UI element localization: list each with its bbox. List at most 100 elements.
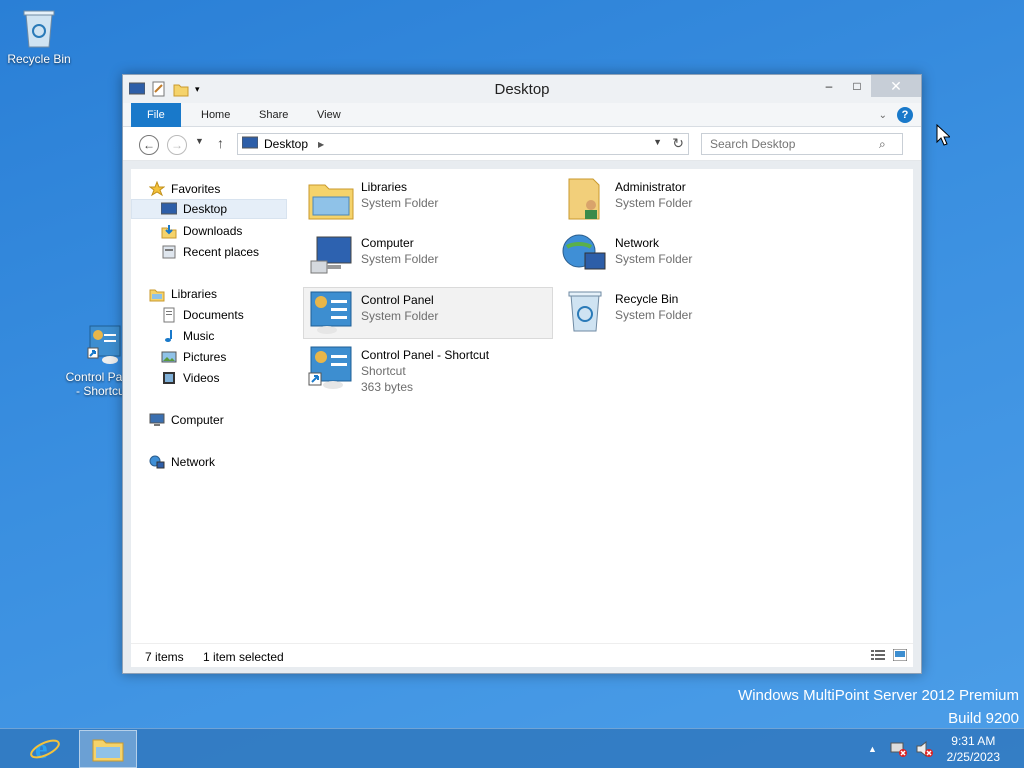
volume-muted-icon[interactable] xyxy=(916,740,934,760)
close-button[interactable]: ✕ xyxy=(871,75,921,97)
nav-recent-places[interactable]: Recent places xyxy=(161,242,259,262)
search-icon[interactable]: ⌕ xyxy=(879,137,886,152)
ribbon-tabs: File Home Share View ⌄ ? xyxy=(123,103,921,127)
music-icon xyxy=(161,328,177,344)
nav-libraries[interactable]: Libraries xyxy=(149,284,217,304)
navigation-bar: ← → ▼ ↑ Desktop ▶ ▼ ↻ ⌕ xyxy=(123,127,921,161)
pictures-icon xyxy=(161,349,177,365)
documents-icon xyxy=(161,307,177,323)
refresh-icon[interactable]: ↻ xyxy=(672,135,684,152)
item-type: Shortcut xyxy=(361,364,406,378)
list-item-recycle-bin[interactable]: Recycle Bin System Folder xyxy=(561,287,811,339)
taskbar: e ▲ 9:31 AM 2/25/2023 xyxy=(0,728,1024,768)
item-type: System Folder xyxy=(361,196,439,210)
recycle-bin-icon xyxy=(561,287,609,335)
nav-libraries-label: Libraries xyxy=(171,287,218,301)
item-name: Network xyxy=(615,236,660,250)
item-name: Control Panel xyxy=(361,293,434,307)
taskbar-file-explorer[interactable] xyxy=(79,730,137,768)
taskbar-clock[interactable]: 9:31 AM 2/25/2023 xyxy=(947,733,1000,765)
item-name: Computer xyxy=(361,236,414,250)
network-icon xyxy=(149,454,165,470)
nav-computer[interactable]: Computer xyxy=(149,410,224,430)
list-item-control-panel[interactable]: Control Panel System Folder xyxy=(303,287,553,339)
breadcrumb-chevron-icon[interactable]: ▶ xyxy=(318,140,324,149)
tab-file[interactable]: File xyxy=(131,103,181,127)
navigation-pane: Favorites Desktop Downloads Recent place… xyxy=(131,169,297,643)
svg-text:e: e xyxy=(35,734,47,764)
address-path[interactable]: Desktop xyxy=(264,137,308,151)
item-name: Control Panel - Shortcut xyxy=(361,348,490,362)
nav-favorites[interactable]: Favorites xyxy=(148,179,220,199)
title-bar[interactable]: ▾ Desktop – □ ✕ xyxy=(123,75,921,103)
list-item-administrator[interactable]: Administrator System Folder xyxy=(561,175,811,227)
downloads-icon xyxy=(161,223,177,239)
list-item-control-panel-shortcut[interactable]: Control Panel - Shortcut Shortcut 363 byte… xyxy=(307,343,557,403)
list-item-network[interactable]: Network System Folder xyxy=(561,231,811,283)
view-buttons xyxy=(871,648,908,662)
forward-button[interactable]: → xyxy=(167,135,187,155)
nav-pictures[interactable]: Pictures xyxy=(161,347,226,367)
control-panel-shortcut-icon xyxy=(80,324,124,368)
nav-network-label: Network xyxy=(171,455,216,469)
minimize-button[interactable]: – xyxy=(815,75,843,97)
item-type: System Folder xyxy=(361,252,439,266)
nav-videos-label: Videos xyxy=(183,371,220,385)
recent-places-icon xyxy=(161,244,177,260)
item-name: Recycle Bin xyxy=(615,292,679,306)
star-icon xyxy=(148,180,166,197)
desktop-icon-recycle-bin[interactable]: Recycle Bin xyxy=(1,6,77,66)
clock-time: 9:31 AM xyxy=(951,734,996,748)
status-item-count: 7 items xyxy=(145,650,184,664)
tab-share[interactable]: Share xyxy=(247,103,300,127)
os-watermark: Windows MultiPoint Server 2012 Premium B… xyxy=(738,684,1019,730)
up-arrow-icon[interactable]: ↑ xyxy=(217,135,224,151)
taskbar-internet-explorer[interactable]: e xyxy=(16,730,74,768)
libraries-icon xyxy=(307,175,355,223)
item-name: Libraries xyxy=(361,180,408,194)
tab-view[interactable]: View xyxy=(305,103,353,127)
large-icons-view-icon[interactable] xyxy=(892,648,908,662)
help-icon[interactable]: ? xyxy=(897,107,913,123)
back-button[interactable]: ← xyxy=(139,135,159,155)
address-bar[interactable]: Desktop ▶ ▼ ↻ xyxy=(237,133,689,155)
nav-network[interactable]: Network xyxy=(149,452,215,472)
address-dropdown-icon[interactable]: ▼ xyxy=(653,137,662,147)
recent-locations-chevron-icon[interactable]: ▼ xyxy=(195,136,204,146)
window-title: Desktop xyxy=(494,81,550,98)
watermark-build: Build 9200 xyxy=(948,710,1019,727)
list-item-computer[interactable]: Computer System Folder xyxy=(307,231,557,283)
desktop-icon-label: Recycle Bin xyxy=(7,52,71,66)
nav-pictures-label: Pictures xyxy=(183,350,227,364)
tab-home[interactable]: Home xyxy=(189,103,242,127)
desktop-location-icon xyxy=(241,136,259,152)
nav-music-label: Music xyxy=(183,329,215,343)
item-size: 363 bytes xyxy=(361,380,414,394)
control-panel-shortcut-icon xyxy=(307,343,355,391)
list-item-libraries[interactable]: Libraries System Folder xyxy=(307,175,557,227)
network-icon xyxy=(561,231,609,279)
computer-icon xyxy=(307,231,355,279)
expand-ribbon-icon[interactable]: ⌄ xyxy=(879,110,887,121)
file-list: Libraries System Folder Administrator Syst… xyxy=(303,169,907,643)
search-input[interactable] xyxy=(701,133,903,155)
mouse-cursor-icon xyxy=(936,123,952,149)
nav-documents-label: Documents xyxy=(183,308,244,322)
maximize-button[interactable]: □ xyxy=(843,75,871,97)
nav-recent-places-label: Recent places xyxy=(183,245,260,259)
nav-videos[interactable]: Videos xyxy=(161,368,219,388)
network-status-icon[interactable] xyxy=(890,741,908,760)
item-type: System Folder xyxy=(615,252,693,266)
nav-desktop-label: Desktop xyxy=(183,202,228,216)
nav-desktop[interactable]: Desktop xyxy=(131,199,287,219)
nav-downloads[interactable]: Downloads xyxy=(161,221,242,241)
item-type: System Folder xyxy=(615,308,693,322)
status-selection: 1 item selected xyxy=(203,650,284,664)
nav-music[interactable]: Music xyxy=(161,326,214,346)
computer-icon xyxy=(149,412,165,428)
libraries-icon xyxy=(149,286,165,302)
nav-documents[interactable]: Documents xyxy=(161,305,244,325)
clock-date: 2/25/2023 xyxy=(946,750,1000,764)
show-hidden-icons-chevron-icon[interactable]: ▲ xyxy=(868,744,877,754)
details-view-icon[interactable] xyxy=(871,649,885,661)
